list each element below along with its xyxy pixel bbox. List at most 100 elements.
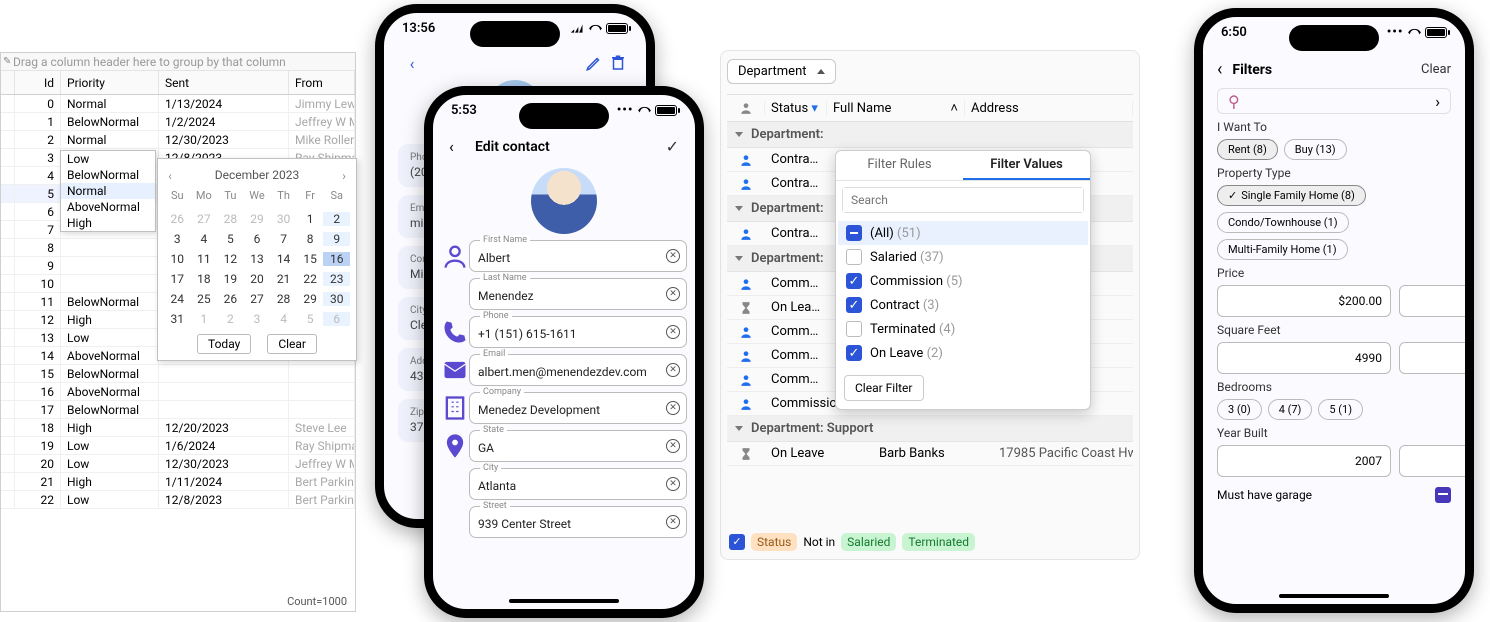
price-min-input[interactable] [1217,285,1391,317]
day-cell[interactable]: 28 [270,292,297,306]
table-row[interactable]: 19Low1/6/2024Ray Shipma… [1,437,355,455]
day-cell[interactable]: 30 [270,212,297,226]
filter-search[interactable] [842,187,1084,213]
clear-icon[interactable]: ✕ [666,439,680,453]
filter-popup[interactable]: Filter Rules Filter Values (All) (51)Sal… [835,150,1091,410]
table-row[interactable]: 22Low12/8/2023Bert Parkins [1,491,355,509]
group-row[interactable]: Department: [727,122,1133,148]
day-cell[interactable]: 4 [270,312,297,326]
clear-icon[interactable]: ✕ [666,477,680,491]
clear-button[interactable]: Clear [1421,62,1451,77]
text-field[interactable]: First NameAlbert✕ [469,240,687,272]
day-cell[interactable]: 24 [164,292,191,306]
edit-icon[interactable] [584,53,604,73]
chip-multi[interactable]: Multi-Family Home (1) [1217,239,1348,260]
year-min-input[interactable] [1217,445,1391,477]
clear-icon[interactable]: ✕ [666,325,680,339]
filter-icon[interactable]: ▾ [811,101,818,116]
priority-option[interactable]: Normal [61,183,155,199]
day-cell[interactable]: 29 [244,212,271,226]
day-cell[interactable]: 9 [323,232,350,246]
chip-buy[interactable]: Buy (13) [1284,139,1347,160]
day-cell[interactable]: 25 [191,292,218,306]
next-month-button[interactable]: › [338,169,350,181]
col-address[interactable]: Address [965,101,1133,116]
clear-icon[interactable]: ✕ [666,401,680,415]
filter-enabled-checkbox[interactable]: ✓ [729,534,745,550]
price-max-input[interactable] [1399,285,1474,317]
day-cell[interactable]: 3 [164,232,191,246]
priority-option[interactable]: AboveNormal [61,199,155,215]
day-cell[interactable]: 5 [217,232,244,246]
filter-summary[interactable]: ✓ Status Not in Salaried Terminated [729,533,975,551]
priority-option[interactable]: Low [61,151,155,167]
day-cell[interactable]: 17 [164,272,191,286]
day-cell[interactable]: 22 [297,272,324,286]
priority-option[interactable]: BelowNormal [61,167,155,183]
day-cell[interactable]: 12 [217,252,244,266]
day-cell[interactable]: 4 [191,232,218,246]
day-cell[interactable]: 8 [297,232,324,246]
col-full-name[interactable]: Full Name˄ [827,100,965,116]
col-priority[interactable]: Priority [61,71,159,94]
day-cell[interactable]: 18 [191,272,218,286]
clear-icon[interactable]: ✕ [666,363,680,377]
day-cell[interactable]: 2 [217,312,244,326]
text-field[interactable]: Last NameMenendez✕ [469,278,687,310]
table-row[interactable]: 15BelowNormal [1,365,355,383]
date-picker[interactable]: ‹ December 2023 › SuMoTuWeThFrSa 2627282… [157,158,357,361]
text-field[interactable]: Street939 Center Street✕ [469,506,687,538]
priority-option[interactable]: High [61,215,155,231]
clear-icon[interactable]: ✕ [666,287,680,301]
checkbox[interactable] [846,321,862,337]
table-row[interactable]: On LeaveBarb Banks17985 Pacific Coast Hw… [727,442,1133,466]
table-row[interactable]: 17BelowNormal [1,401,355,419]
tab-filter-values[interactable]: Filter Values [963,151,1090,180]
day-cell[interactable]: 15 [297,252,324,266]
text-field[interactable]: CityAtlanta✕ [469,468,687,500]
back-icon[interactable]: ‹ [1217,59,1222,80]
day-cell[interactable]: 23 [323,272,350,286]
garage-checkbox[interactable] [1435,487,1451,503]
checkbox[interactable]: ✓ [846,273,862,289]
search-input[interactable] [843,188,1083,212]
day-cell[interactable]: 27 [191,212,218,226]
day-cell[interactable]: 26 [164,212,191,226]
filter-item[interactable]: ✓Commission (5) [838,269,1088,293]
day-cell[interactable]: 28 [217,212,244,226]
chip-bed-3[interactable]: 3 (0) [1217,399,1262,420]
day-cell[interactable]: 11 [191,252,218,266]
table-row[interactable]: 20Low12/30/2023Jeffrey W M… [1,455,355,473]
clear-icon[interactable]: ✕ [666,515,680,529]
table-row[interactable]: 0Normal1/13/2024Jimmy Lew… [1,95,355,113]
back-icon[interactable]: ‹ [449,137,467,156]
group-by-pill[interactable]: Department [727,59,836,84]
day-cell[interactable]: 31 [164,312,191,326]
day-cell[interactable]: 6 [323,312,350,326]
checkbox[interactable] [846,225,862,241]
col-from[interactable]: From [289,71,355,94]
checkbox[interactable]: ✓ [846,345,862,361]
table-row[interactable]: 21High1/11/2024Bert Parkins [1,473,355,491]
filter-item[interactable]: ✓On Leave (2) [838,341,1088,365]
garage-row[interactable]: Must have garage [1217,487,1451,503]
day-cell[interactable]: 5 [297,312,324,326]
col-status[interactable]: Status ▾ [765,101,827,116]
text-field[interactable]: CompanyMenedez Development✕ [469,392,687,424]
back-icon[interactable]: ‹ [402,53,422,73]
clear-icon[interactable]: ✕ [666,249,680,263]
day-cell[interactable]: 1 [191,312,218,326]
sqft-max-input[interactable] [1399,342,1474,374]
day-cell[interactable]: 16 [323,252,350,266]
day-cell[interactable]: 29 [297,292,324,306]
delete-icon[interactable] [608,53,628,73]
chip-condo[interactable]: Condo/Townhouse (1) [1217,212,1349,233]
chip-bed-5[interactable]: 5 (1) [1318,399,1363,420]
filter-item[interactable]: (All) (51) [838,221,1088,245]
tab-filter-rules[interactable]: Filter Rules [836,151,963,180]
day-cell[interactable]: 1 [297,212,324,226]
table-row[interactable]: 18High12/20/2023Steve Lee [1,419,355,437]
table-row[interactable]: 2Normal12/30/2023Mike Roller [1,131,355,149]
text-field[interactable]: StateGA✕ [469,430,687,462]
table-row[interactable]: 1BelowNormal1/2/2024Jeffrey W M… [1,113,355,131]
